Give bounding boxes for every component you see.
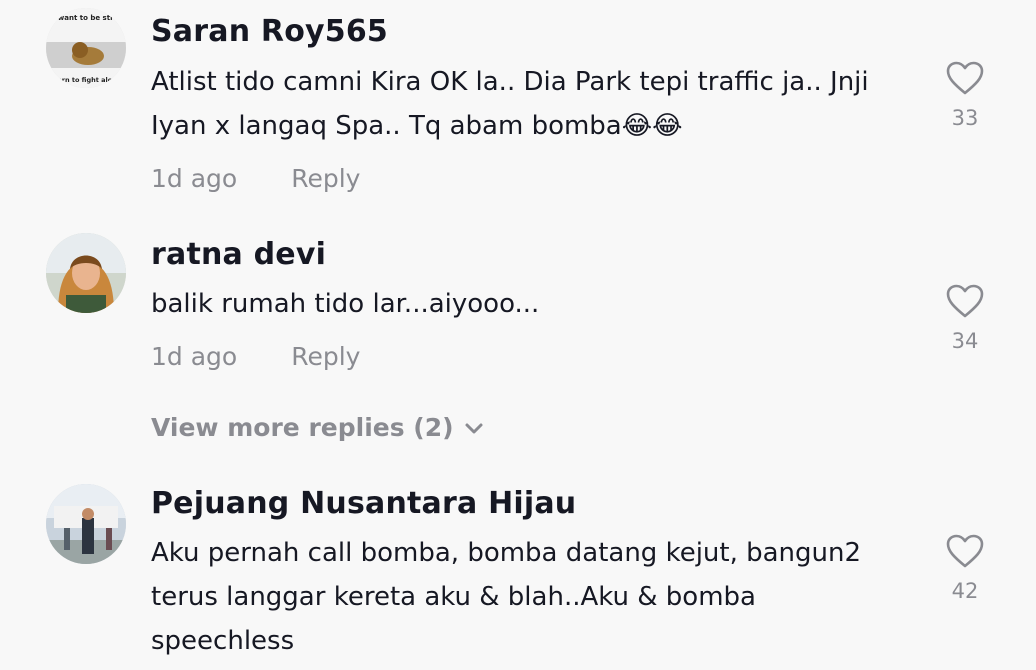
like-count: 33 [951,106,979,130]
svg-text:you want to be strong,: you want to be strong, [46,14,126,22]
chevron-down-icon [465,423,483,434]
comment-text: balik rumah tido lar...aiyooo... [151,289,540,319]
avatar-image [46,233,126,313]
comment-username[interactable]: ratna devi [151,237,326,272]
view-more-replies-button[interactable]: View more replies (2) [151,413,484,442]
comments-list: you want to be strong, learn to fight al… [0,0,1036,670]
like-control: 42 [940,533,990,603]
like-control: 34 [940,283,990,353]
heart-outline-icon[interactable] [945,533,985,569]
avatar-image [46,484,126,564]
reply-button[interactable]: Reply [291,342,360,371]
comment-meta: 1d ago Reply [151,342,360,371]
comment-text: Aku pernah call bomba, bomba datang keju… [151,538,862,656]
comment-timestamp: 1d ago [151,342,238,371]
comment-text: Atlist tido camni Kira OK la.. Dia Park … [151,67,869,141]
comment-username[interactable]: Saran Roy565 [151,14,388,49]
avatar[interactable] [46,484,126,564]
comment-meta: 1d ago Reply [151,164,360,193]
heart-outline-icon[interactable] [945,60,985,96]
avatar-image: you want to be strong, learn to fight al… [46,8,126,88]
avatar[interactable] [46,233,126,313]
avatar[interactable]: you want to be strong, learn to fight al… [46,8,126,88]
like-control: 33 [940,60,990,130]
reply-button[interactable]: Reply [291,164,360,193]
like-count: 34 [951,329,979,353]
view-more-replies-label: View more replies (2) [151,413,454,442]
comment-username[interactable]: Pejuang Nusantara Hijau [151,486,576,521]
like-count: 42 [951,579,979,603]
svg-text:learn to fight alone: learn to fight alone [51,76,122,84]
comment-timestamp: 1d ago [151,164,238,193]
heart-outline-icon[interactable] [945,283,985,319]
